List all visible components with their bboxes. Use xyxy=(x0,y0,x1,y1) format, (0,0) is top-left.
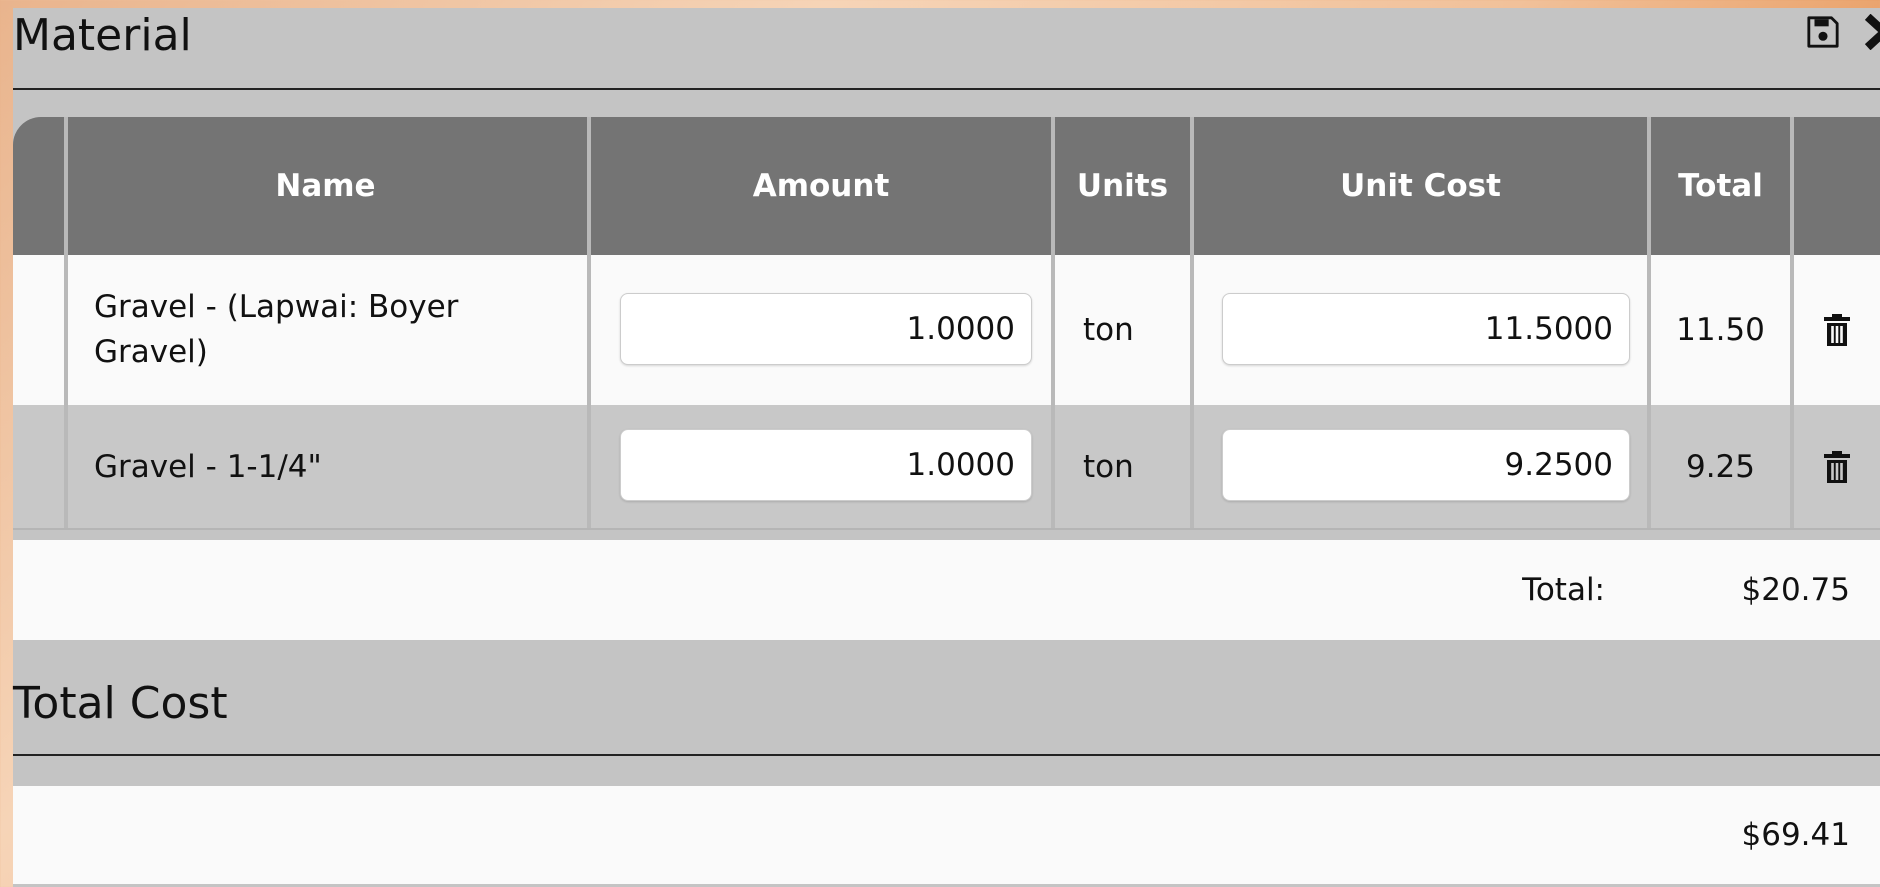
unit-cost-input[interactable]: 11.5000 xyxy=(1222,293,1630,365)
column-divider xyxy=(1190,117,1194,530)
unit-cost-input[interactable]: 9.2500 xyxy=(1222,429,1630,501)
material-header-icons xyxy=(1806,14,1880,50)
column-header-name[interactable]: Name xyxy=(64,117,587,255)
units-cell: ton xyxy=(1083,312,1134,348)
table-row: Gravel - (Lapwai: Boyer Gravel) 1.0000 t… xyxy=(13,255,1880,405)
column-header-units[interactable]: Units xyxy=(1055,117,1190,255)
table-header: Name Amount Units Unit Cost Total xyxy=(13,117,1880,255)
material-title: Material xyxy=(13,10,192,61)
column-header-amount[interactable]: Amount xyxy=(591,117,1051,255)
table-bottom-border xyxy=(13,528,1880,530)
column-header-total[interactable]: Total xyxy=(1651,117,1790,255)
trash-icon[interactable] xyxy=(1794,255,1880,405)
unit-cost-value: 9.2500 xyxy=(1504,447,1613,483)
table-row: Gravel - 1-1/4" 1.0000 ton 9.2500 9.25 xyxy=(13,405,1880,528)
row-name-cell: Gravel - 1-1/4" xyxy=(94,405,554,528)
material-total-label: Total: xyxy=(1522,572,1605,608)
unit-cost-value: 11.5000 xyxy=(1484,311,1613,347)
row-name-cell: Gravel - (Lapwai: Boyer Gravel) xyxy=(94,255,554,405)
estimate-panel: Material Name Amount Units Unit Cost Tot… xyxy=(13,8,1880,887)
material-name: Gravel - 1-1/4" xyxy=(94,448,322,485)
material-total-row: Total: $20.75 xyxy=(13,540,1880,640)
chevron-right-icon[interactable] xyxy=(1862,14,1880,50)
row-total-cell: 9.25 xyxy=(1685,448,1756,485)
material-header: Material xyxy=(13,8,1880,90)
column-header-unit-cost[interactable]: Unit Cost xyxy=(1194,117,1647,255)
row-total-cell: 11.50 xyxy=(1676,312,1765,348)
column-divider xyxy=(1051,117,1055,530)
trash-icon[interactable] xyxy=(1794,405,1880,528)
material-table: Name Amount Units Unit Cost Total Gravel… xyxy=(13,117,1880,530)
material-total-value: $20.75 xyxy=(1741,572,1850,608)
amount-value: 1.0000 xyxy=(906,447,1015,483)
amount-input[interactable]: 1.0000 xyxy=(620,293,1032,365)
total-cost-value: $69.41 xyxy=(1741,817,1850,853)
column-divider xyxy=(1647,117,1651,530)
column-divider xyxy=(587,117,591,530)
amount-value: 1.0000 xyxy=(906,311,1015,347)
amount-input[interactable]: 1.0000 xyxy=(620,429,1032,501)
column-divider xyxy=(1790,117,1794,530)
total-cost-header: Total Cost xyxy=(13,656,1880,756)
save-icon[interactable] xyxy=(1806,15,1840,49)
column-divider xyxy=(64,117,68,530)
total-cost-row: $69.41 xyxy=(13,786,1880,884)
units-cell: ton xyxy=(1083,448,1134,485)
total-cost-title: Total Cost xyxy=(13,678,228,729)
material-name: Gravel - (Lapwai: Boyer Gravel) xyxy=(94,289,459,370)
